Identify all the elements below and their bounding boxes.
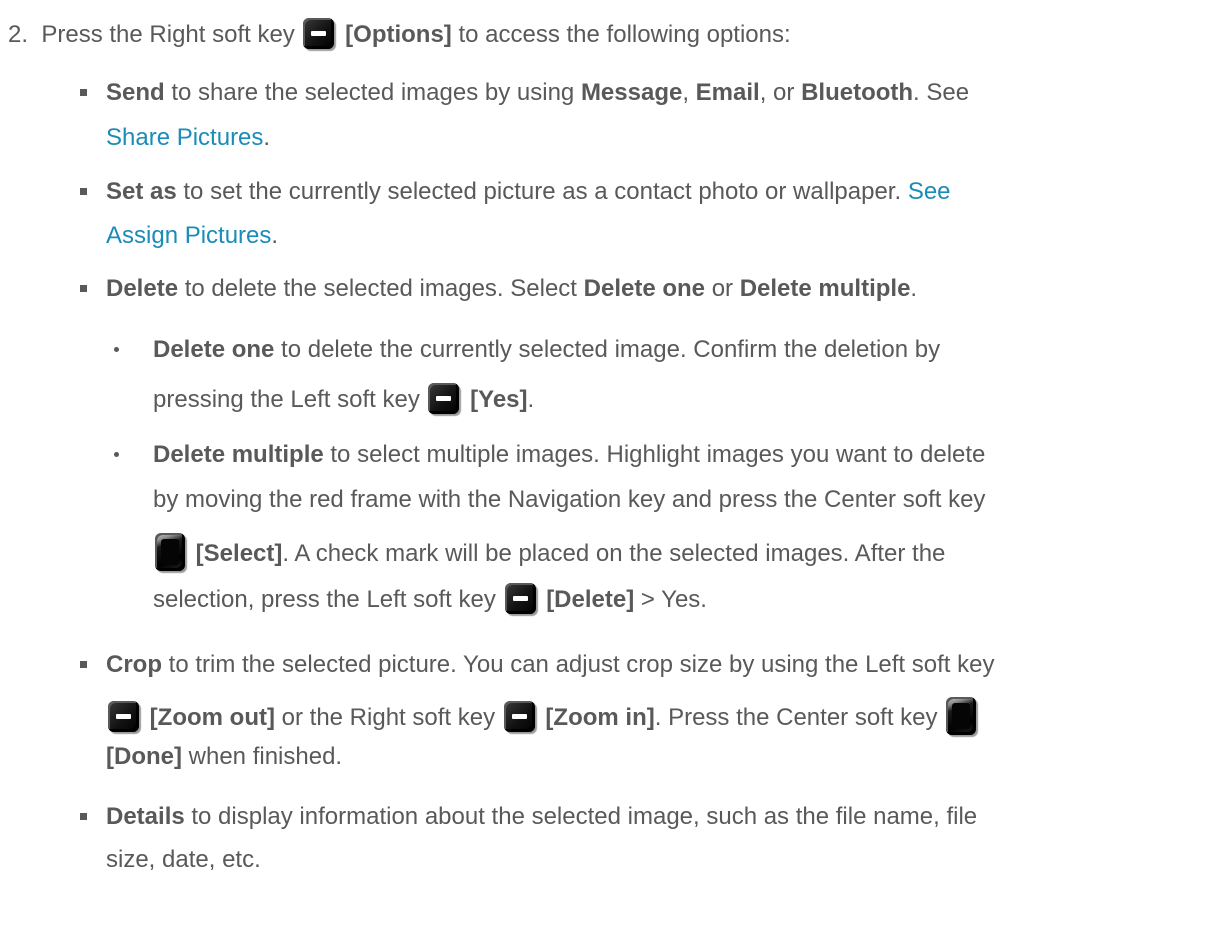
- delete-multiple-term: Delete multiple: [153, 441, 324, 468]
- minus-key-icon: [428, 383, 460, 414]
- details-line2: size, date, etc.: [106, 846, 261, 873]
- send-term: Send: [106, 79, 165, 106]
- assign-pictures-link[interactable]: Assign Pictures: [106, 222, 271, 249]
- crop-term: Crop: [106, 651, 162, 678]
- setas-term: Set as: [106, 178, 177, 205]
- square-bullet-icon: [80, 813, 87, 820]
- dot-bullet-icon: [114, 347, 119, 352]
- done-label: [Done]: [106, 743, 182, 770]
- setas-item-cont: Assign Pictures.: [106, 222, 279, 249]
- step-text: Press the Right soft key: [41, 21, 295, 48]
- center-key-icon: [946, 697, 977, 735]
- zoom-in-label: [Zoom in]: [545, 704, 655, 731]
- delete-one-term: Delete one: [153, 336, 275, 363]
- crop-line3: [Done] when finished.: [106, 743, 343, 770]
- minus-key-icon: [108, 701, 139, 732]
- minus-key-icon: [504, 583, 536, 614]
- step-item: 2. Press the Right soft key [Options] to…: [8, 18, 791, 49]
- see-link[interactable]: See: [908, 178, 951, 205]
- delete-one-item: Delete one to delete the currently selec…: [153, 336, 941, 363]
- send-item-cont: Share Pictures.: [106, 124, 271, 151]
- zoom-out-label: [Zoom out]: [149, 704, 275, 731]
- square-bullet-icon: [80, 661, 87, 668]
- square-bullet-icon: [80, 89, 87, 96]
- delete-one-item-cont: pressing the Left soft key [Yes].: [153, 383, 534, 414]
- yes-label: [Yes]: [470, 386, 528, 413]
- square-bullet-icon: [80, 188, 87, 195]
- delete-item: Delete to delete the selected images. Se…: [106, 275, 918, 302]
- delete-label: [Delete]: [546, 586, 635, 613]
- crop-item: Crop to trim the selected picture. You c…: [106, 651, 995, 678]
- delete-multiple-line3: [Select]. A check mark will be placed on…: [153, 533, 945, 571]
- setas-item: Set as to set the currently selected pic…: [106, 178, 951, 205]
- delete-term: Delete: [106, 275, 179, 302]
- select-label: [Select]: [195, 540, 283, 567]
- delete-multiple-line4: selection, press the Left soft key [Dele…: [153, 583, 707, 614]
- crop-line2: [Zoom out] or the Right soft key [Zoom i…: [106, 697, 980, 735]
- details-item: Details to display information about the…: [106, 803, 978, 830]
- center-key-icon: [155, 533, 185, 571]
- delete-multiple-item: Delete multiple to select multiple image…: [153, 441, 986, 468]
- share-pictures-link[interactable]: Share Pictures: [106, 124, 263, 151]
- square-bullet-icon: [80, 285, 87, 292]
- send-item: Send to share the selected images by usi…: [106, 79, 970, 106]
- delete-multiple-line2: by moving the red frame with the Navigat…: [153, 486, 986, 513]
- minus-key-icon: [303, 18, 335, 49]
- details-term: Details: [106, 803, 185, 830]
- dot-bullet-icon: [114, 452, 119, 457]
- options-label: [Options]: [345, 21, 452, 48]
- minus-key-icon: [503, 701, 535, 732]
- step-number: 2.: [8, 21, 29, 48]
